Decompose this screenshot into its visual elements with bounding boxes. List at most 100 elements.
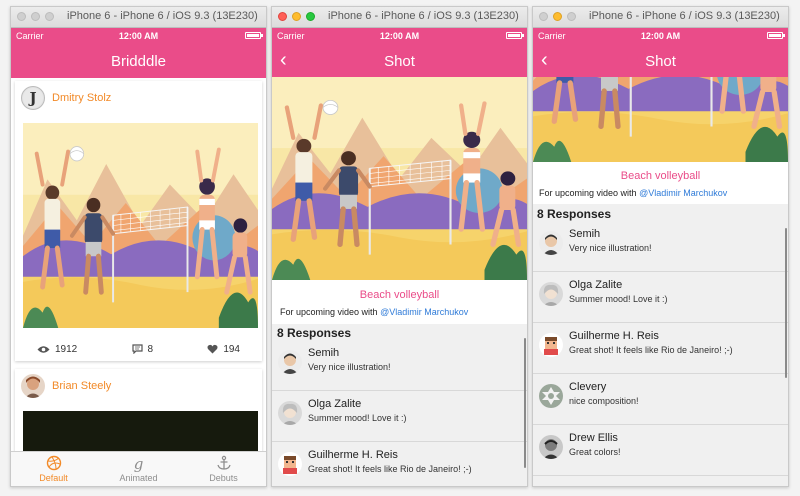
zoom-button[interactable]: [45, 12, 54, 21]
avatar[interactable]: [21, 374, 45, 398]
shot-info: Beach volleyball For upcoming video with…: [272, 280, 527, 324]
nav-title: Shot: [645, 53, 676, 70]
minimize-button[interactable]: [553, 12, 562, 21]
list-item[interactable]: Semih Very nice illustration!: [272, 340, 527, 391]
list-item[interactable]: Semih Very nice illustration!: [533, 221, 788, 272]
list-item[interactable]: Olga Zalite Summer mood! Love it :): [272, 391, 527, 442]
minimize-button[interactable]: [292, 12, 301, 21]
commenter-photo: [539, 384, 563, 408]
window-title: iPhone 6 - iPhone 6 / iOS 9.3 (13E230): [328, 10, 519, 22]
comment-text: Summer mood! Love it :): [569, 294, 668, 304]
avatar[interactable]: [278, 350, 302, 374]
dribbble-ball-icon: [46, 455, 61, 471]
close-button[interactable]: [539, 12, 548, 21]
commenter-name[interactable]: Semih: [308, 347, 339, 359]
commenter-name[interactable]: Guilherme H. Reis: [308, 449, 398, 461]
responses-section: 8 Responses Semih Very nice illustration…: [272, 324, 527, 486]
window-titlebar: iPhone 6 - iPhone 6 / iOS 9.3 (13E230): [272, 7, 527, 28]
simulator-window-shot-scrolled: iPhone 6 - iPhone 6 / iOS 9.3 (13E230) C…: [532, 6, 789, 487]
list-item[interactable]: Clevery nice composition!: [533, 374, 788, 425]
responses-section: 8 Responses Semih Very nice illustration…: [533, 204, 788, 486]
commenter-photo: [539, 435, 563, 459]
mention-link[interactable]: @Vladimir Marchukov: [639, 188, 727, 198]
mention-link[interactable]: @Vladimir Marchukov: [380, 307, 468, 317]
avatar[interactable]: [539, 384, 563, 408]
list-item[interactable]: Drew Ellis Great colors!: [533, 425, 788, 476]
simulator-window-shot: iPhone 6 - iPhone 6 / iOS 9.3 (13E230) C…: [271, 6, 528, 487]
list-item[interactable]: Guilherme H. Reis Great shot! It feels l…: [533, 323, 788, 374]
likes-stat[interactable]: 194: [207, 344, 240, 355]
comment-text: Summer mood! Love it :): [308, 413, 407, 423]
commenter-name[interactable]: Drew Ellis: [569, 432, 618, 444]
beach-illustration: [533, 77, 788, 162]
comments-count: 8: [147, 343, 154, 355]
views-stat: 1912: [37, 344, 77, 355]
avatar[interactable]: [539, 231, 563, 255]
commenter-name[interactable]: Guilherme H. Reis: [569, 330, 659, 342]
avatar[interactable]: [539, 435, 563, 459]
tab-label: Default: [39, 473, 68, 483]
window-titlebar: iPhone 6 - iPhone 6 / iOS 9.3 (13E230): [533, 7, 788, 28]
avatar[interactable]: J: [21, 86, 45, 110]
commenter-name[interactable]: Semih: [569, 228, 600, 240]
close-button[interactable]: [278, 12, 287, 21]
eye-icon: [37, 345, 50, 353]
nav-bar: ‹ Shot: [272, 44, 527, 78]
commenter-photo: [539, 333, 563, 357]
comment-icon: [131, 344, 143, 354]
comments-stat[interactable]: 8: [131, 343, 154, 355]
tab-bar: Default g Animated Debuts: [11, 451, 266, 486]
author-name[interactable]: Dmitry Stolz: [52, 92, 111, 104]
heart-icon: [207, 344, 218, 354]
responses-header: 8 Responses: [537, 207, 612, 221]
nav-bar: Bridddle: [11, 44, 266, 78]
shot-card[interactable]: J Dmitry Stolz 1912 8 194: [15, 81, 262, 361]
scrollbar[interactable]: [524, 338, 526, 468]
commenter-name[interactable]: Olga Zalite: [308, 398, 361, 410]
tab-label: Debuts: [209, 473, 238, 483]
shot-info: Beach volleyball For upcoming video with…: [533, 162, 788, 204]
avatar[interactable]: [539, 333, 563, 357]
tab-default[interactable]: Default: [11, 452, 96, 486]
status-bar: Carrier 12:00 AM: [272, 28, 527, 44]
nav-bar: ‹ Shot: [533, 44, 788, 78]
window-titlebar: iPhone 6 - iPhone 6 / iOS 9.3 (13E230): [11, 7, 266, 28]
nav-title: Shot: [384, 53, 415, 70]
tab-label: Animated: [119, 473, 158, 483]
zoom-button[interactable]: [306, 12, 315, 21]
author-photo: [21, 374, 45, 398]
author-name[interactable]: Brian Steely: [52, 380, 111, 392]
avatar[interactable]: [278, 452, 302, 476]
author-logo-icon: J: [23, 88, 43, 108]
list-item[interactable]: Guilherme H. Reis Great shot! It feels l…: [272, 442, 527, 486]
close-button[interactable]: [17, 12, 26, 21]
shot-image[interactable]: [533, 77, 788, 162]
battery-icon: [767, 32, 785, 39]
script-g-icon: g: [133, 455, 144, 473]
window-title: iPhone 6 - iPhone 6 / iOS 9.3 (13E230): [67, 10, 258, 22]
avatar[interactable]: [539, 282, 563, 306]
shot-card[interactable]: Brian Steely: [15, 369, 262, 459]
avatar[interactable]: [278, 401, 302, 425]
shot-title: Beach volleyball: [359, 289, 440, 301]
commenter-name[interactable]: Olga Zalite: [569, 279, 622, 291]
list-item[interactable]: Olga Zalite Summer mood! Love it :): [533, 272, 788, 323]
commenter-photo: [539, 231, 563, 255]
comment-text: Great colors!: [569, 447, 621, 457]
status-time: 12:00 AM: [118, 31, 159, 41]
shot-title: Beach volleyball: [620, 170, 701, 182]
minimize-button[interactable]: [31, 12, 40, 21]
shot-image[interactable]: [23, 123, 258, 328]
shot-stats: 1912 8 194: [15, 333, 262, 365]
shot-description: For upcoming video with @Vladimir Marchu…: [280, 307, 468, 317]
tab-animated[interactable]: g Animated: [96, 452, 181, 486]
scrollbar[interactable]: [785, 228, 787, 378]
description-text: For upcoming video with: [280, 307, 378, 317]
simulator-window-feed: iPhone 6 - iPhone 6 / iOS 9.3 (13E230) C…: [10, 6, 267, 487]
window-title: iPhone 6 - iPhone 6 / iOS 9.3 (13E230): [589, 10, 780, 22]
zoom-button[interactable]: [567, 12, 576, 21]
tab-debuts[interactable]: Debuts: [181, 452, 266, 486]
commenter-name[interactable]: Clevery: [569, 381, 606, 393]
description-text: For upcoming video with: [539, 188, 637, 198]
shot-image[interactable]: [272, 77, 527, 280]
